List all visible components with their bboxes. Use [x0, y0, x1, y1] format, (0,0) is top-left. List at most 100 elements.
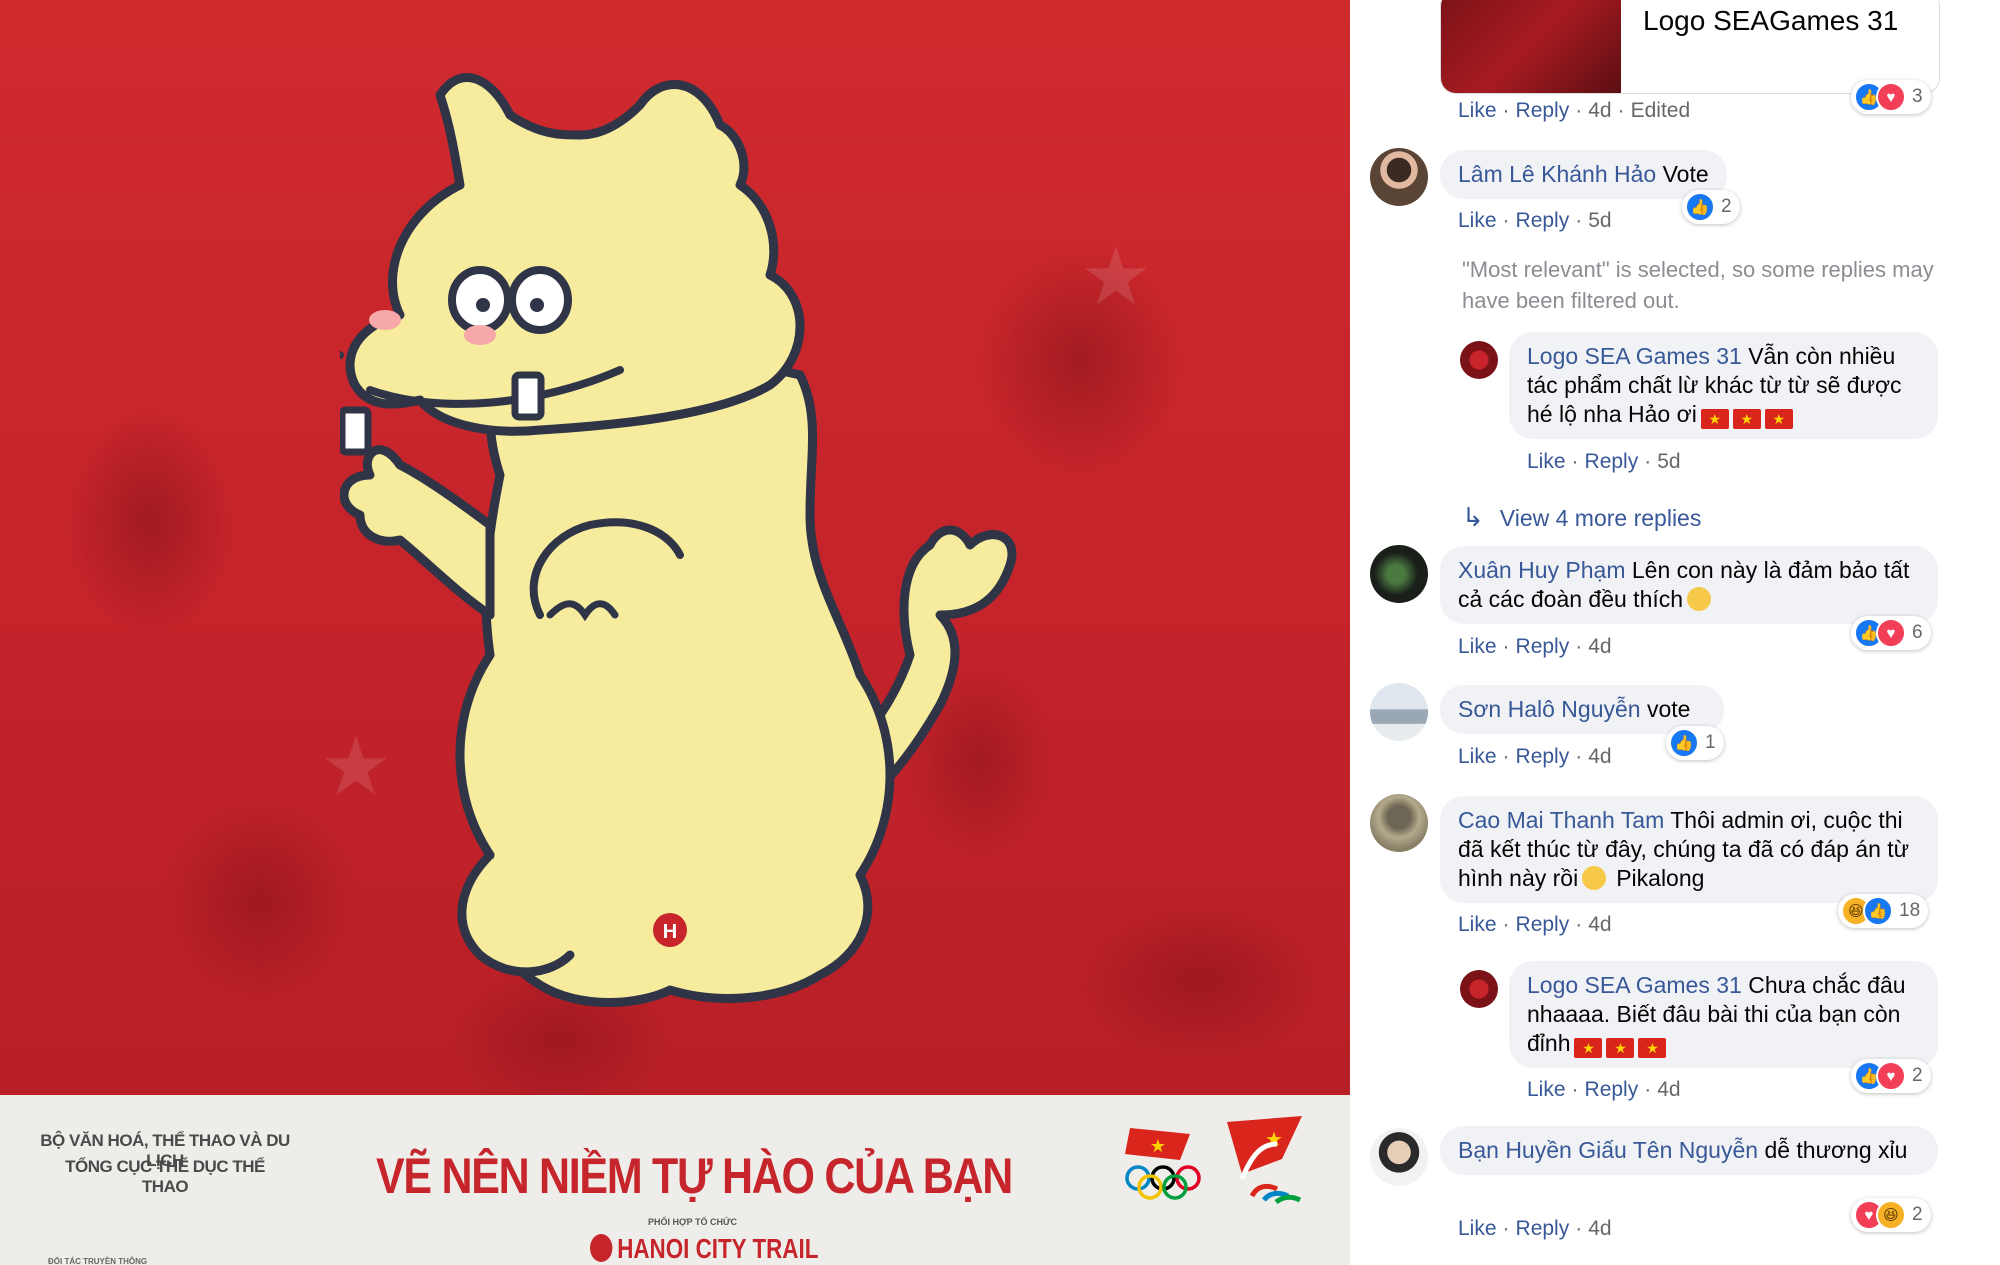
- reaction-count: 6: [1912, 622, 1923, 643]
- reply-link[interactable]: Reply: [1516, 1217, 1570, 1240]
- filter-notice: "Most relevant" is selected, so some rep…: [1462, 257, 1934, 313]
- like-link[interactable]: Like: [1527, 1078, 1566, 1101]
- like-reaction-icon: 👍: [1685, 192, 1715, 222]
- brand-mark-icon: [590, 1234, 613, 1262]
- reply-link[interactable]: Reply: [1516, 635, 1570, 658]
- comment-bubble: Logo SEA Games 31 Vẫn còn nhiều tác phẩm…: [1509, 332, 1938, 439]
- page-avatar[interactable]: [1460, 341, 1498, 379]
- smiley-emoji-icon: [1582, 866, 1607, 890]
- vietnam-flag-icon: ★: [1764, 409, 1793, 429]
- reaction-summary[interactable]: 👍 ♥ 3: [1851, 80, 1931, 114]
- vietnam-flag-icon: ★: [1638, 1038, 1667, 1058]
- vietnam-flag-icon: ★: [1606, 1038, 1635, 1058]
- comment-author[interactable]: Sơn Halô Nguyễn: [1458, 696, 1641, 722]
- comment-time[interactable]: 5d: [1657, 450, 1680, 473]
- reply-link[interactable]: Reply: [1516, 99, 1570, 122]
- comment-bubble: Lâm Lê Khánh Hảo Vote: [1440, 150, 1727, 199]
- like-reaction-icon: 👍: [1863, 896, 1893, 926]
- brand-logo: HANOI CITY TRAIL: [590, 1233, 818, 1265]
- comment-actions: Like · Reply · 5d: [1527, 450, 1681, 473]
- reply-link[interactable]: Reply: [1516, 745, 1570, 768]
- comment-text: dễ thương xỉu: [1764, 1137, 1908, 1163]
- edited-label: Edited: [1630, 99, 1691, 122]
- reaction-count: 18: [1899, 900, 1921, 921]
- comment-time[interactable]: 4d: [1588, 99, 1611, 122]
- link-thumbnail: [1441, 0, 1621, 93]
- reaction-count: 2: [1912, 1204, 1923, 1225]
- vietnam-flag-icon: ★: [1732, 409, 1761, 429]
- avatar[interactable]: [1370, 545, 1428, 603]
- love-reaction-icon: ♥: [1876, 82, 1906, 112]
- avatar[interactable]: [1370, 683, 1428, 741]
- star-icon: ★: [1080, 232, 1152, 321]
- reaction-summary[interactable]: 👍 ♥ 2: [1851, 1059, 1931, 1093]
- comment-actions: Like · Reply · 4d: [1527, 1078, 1681, 1101]
- brand-name: HANOI CITY TRAIL: [617, 1233, 819, 1264]
- comment-bubble: Cao Mai Thanh Tam Thôi admin ơi, cuộc th…: [1440, 796, 1938, 903]
- comment-time[interactable]: 5d: [1588, 209, 1611, 232]
- svg-text:★: ★: [1150, 1136, 1166, 1156]
- love-reaction-icon: ♥: [1876, 618, 1906, 648]
- like-link[interactable]: Like: [1458, 745, 1497, 768]
- like-reaction-icon: 👍: [1669, 728, 1699, 758]
- organizer-label: PHỐI HỢP TỔ CHỨC: [648, 1217, 737, 1227]
- comment-actions: Like · Reply · 5d: [1458, 209, 1612, 232]
- avatar[interactable]: [1370, 1128, 1428, 1186]
- reaction-summary[interactable]: 😆 👍 18: [1838, 894, 1929, 928]
- comment-actions: Like · Reply · 4d: [1458, 1217, 1612, 1240]
- reaction-count: 1: [1705, 732, 1716, 753]
- reply-link[interactable]: Reply: [1585, 450, 1639, 473]
- comment-text: vote: [1646, 696, 1691, 722]
- vietnam-flag-icon: ★: [1700, 409, 1729, 429]
- pacman-emoji-icon: [1687, 587, 1712, 611]
- comment-bubble: Bạn Huyền Giấu Tên Nguyễn dễ thương xỉu: [1440, 1126, 1938, 1175]
- comment-author[interactable]: Cao Mai Thanh Tam: [1458, 807, 1664, 833]
- reaction-count: 2: [1912, 1065, 1923, 1086]
- reply-arrow-icon: ↳: [1462, 502, 1484, 532]
- reaction-summary[interactable]: 👍 ♥ 6: [1851, 616, 1931, 650]
- comment-time[interactable]: 4d: [1588, 913, 1611, 936]
- haha-reaction-icon: 😆: [1876, 1200, 1906, 1230]
- comment-bubble: Logo SEA Games 31 Chưa chắc đâu nhaaaa. …: [1509, 961, 1938, 1068]
- like-link[interactable]: Like: [1458, 209, 1497, 232]
- comment-time[interactable]: 4d: [1657, 1078, 1680, 1101]
- partner-label: ĐỐI TÁC TRUYỀN THÔNG: [48, 1257, 148, 1265]
- reaction-summary[interactable]: 👍 2: [1682, 190, 1740, 224]
- like-link[interactable]: Like: [1458, 635, 1497, 658]
- comment-author[interactable]: Lâm Lê Khánh Hảo: [1458, 161, 1656, 187]
- poster-title: VẼ NÊN NIỀM TỰ HÀO CỦA BẠN: [376, 1148, 1013, 1204]
- comment-bubble: Xuân Huy Phạm Lên con này là đảm bảo tất…: [1440, 546, 1938, 624]
- comment-text-tail: Pikalong: [1616, 865, 1705, 891]
- olympic-rings-logo: ★: [1125, 1128, 1201, 1200]
- link-title: Logo SEAGames 31: [1643, 5, 1899, 36]
- avatar[interactable]: [1370, 794, 1428, 852]
- view-more-replies-link[interactable]: ↳ View 4 more replies: [1462, 502, 1701, 533]
- reply-link[interactable]: Reply: [1516, 209, 1570, 232]
- page-avatar[interactable]: [1460, 970, 1498, 1008]
- comment-time[interactable]: 4d: [1588, 745, 1611, 768]
- reply-link[interactable]: Reply: [1585, 1078, 1639, 1101]
- like-link[interactable]: Like: [1458, 1217, 1497, 1240]
- avatar[interactable]: [1370, 148, 1428, 206]
- ministry-subname: TỔNG CỤC THỂ DỤC THỂ THAO: [65, 1157, 265, 1196]
- reaction-summary[interactable]: ♥ 😆 2: [1851, 1198, 1931, 1232]
- comment-time[interactable]: 4d: [1588, 635, 1611, 658]
- comment-author[interactable]: Xuân Huy Phạm: [1458, 557, 1625, 583]
- svg-text:H: H: [663, 921, 677, 943]
- comment-actions: Like · Reply · 4d: [1458, 913, 1612, 936]
- comment-author[interactable]: Logo SEA Games 31: [1527, 343, 1742, 369]
- reply-link[interactable]: Reply: [1516, 913, 1570, 936]
- dragon-mascot-illustration: H: [340, 73, 1017, 1007]
- vietnam-flag-icon: ★: [1574, 1038, 1603, 1058]
- like-link[interactable]: Like: [1458, 99, 1497, 122]
- comment-author[interactable]: Logo SEA Games 31: [1527, 972, 1742, 998]
- comment-text: Vote: [1662, 161, 1709, 187]
- like-link[interactable]: Like: [1458, 913, 1497, 936]
- comment-time[interactable]: 4d: [1588, 1217, 1611, 1240]
- love-reaction-icon: ♥: [1876, 1061, 1906, 1091]
- post-photo[interactable]: ★ ★ H BỘ VĂN HOÁ, THỂ THAO VÀ DU LỊCH TỔ…: [0, 0, 1350, 1265]
- comment-author[interactable]: Bạn Huyền Giấu Tên Nguyễn: [1458, 1137, 1758, 1163]
- reaction-summary[interactable]: 👍 1: [1666, 726, 1724, 760]
- like-link[interactable]: Like: [1527, 450, 1566, 473]
- comment-actions: Like · Reply · 4d: [1458, 745, 1612, 768]
